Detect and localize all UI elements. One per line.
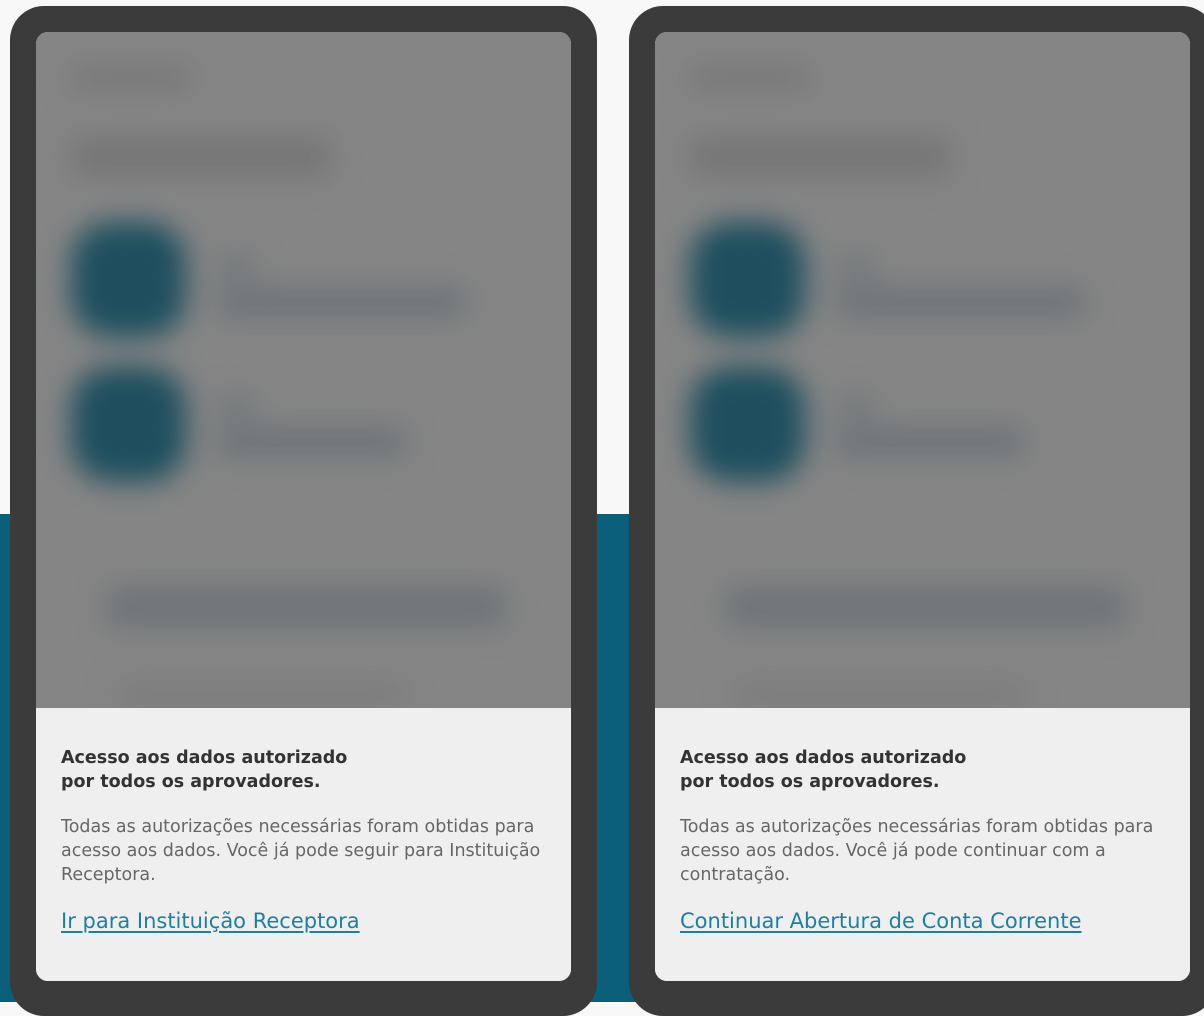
blurred-button (725, 587, 1125, 627)
blurred-label (835, 397, 875, 415)
blurred-avatar (71, 222, 186, 337)
blurred-text (216, 427, 406, 457)
sheet-title: Acesso aos dados autorizado por todos os … (680, 746, 1150, 794)
blurred-avatar (690, 222, 805, 337)
blurred-link (116, 682, 406, 708)
sheet-title-line-2: por todos os aprovadores. (61, 772, 321, 792)
blurred-title (71, 137, 331, 177)
blurred-button (106, 587, 506, 627)
blurred-label (835, 257, 875, 275)
phone-screen: Acesso aos dados autorizado por todos os … (655, 32, 1190, 981)
sheet-description: Todas as autorizações necessárias foram … (680, 817, 1154, 885)
blurred-label (216, 257, 256, 275)
blurred-content (36, 32, 571, 708)
sheet-title-line-1: Acesso aos dados autorizado (61, 748, 348, 768)
sheet-title: Acesso aos dados autorizado por todos os … (61, 746, 531, 794)
blurred-app-background (36, 32, 571, 708)
blurred-label (216, 397, 256, 415)
continue-account-opening-link[interactable]: Continuar Abertura de Conta Corrente (680, 907, 1082, 935)
blurred-header (71, 67, 191, 89)
go-to-receiving-institution-link[interactable]: Ir para Instituição Receptora (61, 907, 360, 935)
blurred-text (216, 287, 466, 317)
blurred-avatar (71, 367, 186, 482)
blurred-text (835, 427, 1025, 457)
device-frame-left: Acesso aos dados autorizado por todos os … (10, 6, 597, 1016)
device-frame-right: Acesso aos dados autorizado por todos os … (629, 6, 1204, 1016)
bottom-sheet: Acesso aos dados autorizado por todos os … (36, 708, 571, 981)
blurred-content (655, 32, 1190, 708)
blurred-text (835, 287, 1085, 317)
sheet-description: Todas as autorizações necessárias foram … (61, 817, 541, 885)
blurred-app-background (655, 32, 1190, 708)
sheet-title-line-2: por todos os aprovadores. (680, 772, 940, 792)
phone-screen: Acesso aos dados autorizado por todos os … (36, 32, 571, 981)
blurred-title (690, 137, 950, 177)
blurred-avatar (690, 367, 805, 482)
bottom-sheet: Acesso aos dados autorizado por todos os … (655, 708, 1190, 981)
blurred-header (690, 67, 810, 89)
sheet-title-line-1: Acesso aos dados autorizado (680, 748, 967, 768)
blurred-link (735, 682, 1025, 708)
